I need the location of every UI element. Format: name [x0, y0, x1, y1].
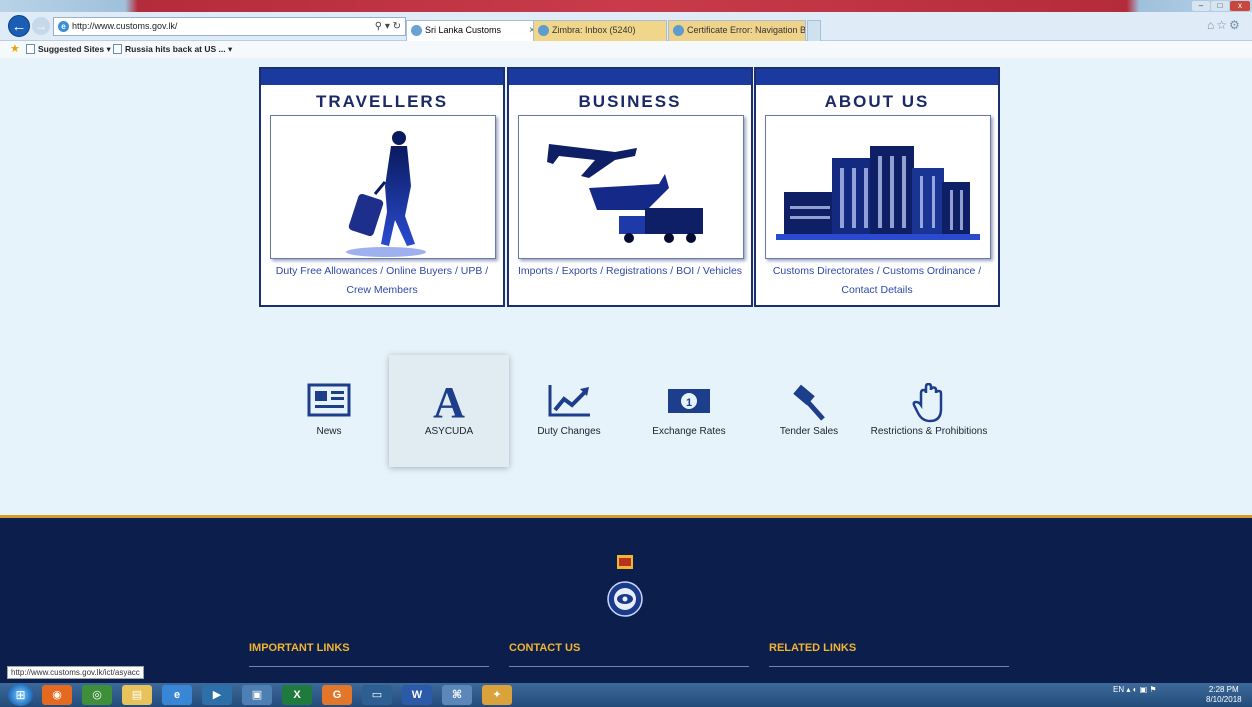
status-bar-url: http://www.customs.gov.lk/ict/asyacc [7, 666, 144, 679]
hand-icon [869, 355, 989, 423]
tab-label: Sri Lanka Customs [425, 25, 502, 35]
card-header-bar [261, 69, 503, 85]
traveller-icon[interactable] [270, 115, 496, 259]
favorites-star-icon[interactable]: ★ [10, 41, 20, 58]
start-button[interactable]: ⊞ [8, 684, 33, 706]
chart-icon [509, 355, 629, 417]
asycuda-icon: A [433, 378, 465, 427]
media-player-icon[interactable]: ▶ [202, 685, 232, 705]
footer-heading: IMPORTANT LINKS [249, 642, 350, 654]
footer-divider [509, 666, 749, 667]
card-links[interactable]: Customs Directorates / Customs Ordinance… [760, 262, 994, 300]
tab-favicon-icon [673, 25, 684, 36]
favorite-suggested-sites[interactable]: Suggested Sites ▾ [26, 41, 111, 58]
firefox-icon[interactable]: ◉ [42, 685, 72, 705]
favorites-bar: ★ Suggested Sites ▾ Russia hits back at … [0, 41, 1252, 58]
chrome-icon[interactable]: ◎ [82, 685, 112, 705]
site-footer: IMPORTANT LINKS CONTACT US RELATED LINKS [0, 515, 1252, 683]
card-header-bar [756, 69, 998, 85]
footer-column-important-links: IMPORTANT LINKS [249, 642, 489, 667]
customs-emblem-logo [605, 555, 645, 617]
footer-column-contact-us: CONTACT US [509, 642, 749, 667]
newspaper-icon [269, 355, 389, 417]
card-travellers[interactable]: TRAVELLERS Duty Free Allowances / Online… [259, 67, 505, 307]
quick-link-tender-sales[interactable]: Tender Sales [749, 355, 869, 467]
tab-certificate-error[interactable]: Certificate Error: Navigation Bl... [668, 20, 806, 41]
browser-nav-bar: ← → e http://www.customs.gov.lk/ ⚲ ▾ ↻ S… [0, 12, 1252, 41]
tab-label: Certificate Error: Navigation Bl... [687, 25, 806, 35]
excel-icon[interactable]: X [282, 685, 312, 705]
back-button[interactable]: ← [8, 15, 30, 37]
file-explorer-icon[interactable]: ▤ [122, 685, 152, 705]
forward-button[interactable]: → [32, 17, 50, 35]
internet-explorer-icon[interactable]: e [162, 685, 192, 705]
language-indicator[interactable]: EN [1113, 685, 1124, 694]
clock-time: 2:28 PM [1208, 685, 1239, 694]
favorite-label: Suggested Sites ▾ [38, 44, 111, 54]
network-app-icon[interactable]: ⌘ [442, 685, 472, 705]
close-window-button[interactable]: x [1230, 1, 1250, 11]
quick-link-exchange-rates[interactable]: 1 Exchange Rates [629, 355, 749, 467]
word-icon[interactable]: W [402, 685, 432, 705]
tab-zimbra-inbox[interactable]: Zimbra: Inbox (5240) [533, 20, 667, 41]
tab-sri-lanka-customs[interactable]: Sri Lanka Customs × [406, 20, 540, 41]
window-title-bar: – □ x [0, 0, 1252, 12]
clock[interactable]: 2:28 PM 8/10/2018 [1206, 685, 1242, 705]
card-title: ABOUT US [824, 92, 930, 111]
url-text: http://www.customs.gov.lk/ [72, 21, 178, 31]
quick-link-label: Duty Changes [537, 426, 601, 437]
quick-link-label: ASYCUDA [424, 426, 474, 437]
quick-link-label: Exchange Rates [652, 426, 726, 437]
minimize-button[interactable]: – [1192, 1, 1210, 11]
tab-label: Zimbra: Inbox (5240) [552, 25, 636, 35]
tab-favicon-icon [538, 25, 549, 36]
quick-link-label: Restrictions & Prohibitions [870, 426, 988, 437]
gavel-icon [749, 355, 869, 421]
ie-page-icon: e [58, 21, 69, 32]
tray-icons[interactable]: ▴ ◐ ▣ ⚑ [1126, 685, 1156, 694]
card-about-us[interactable]: ABOUT US Customs Directorates / Customs … [754, 67, 1000, 307]
page-icon [26, 44, 35, 54]
svg-text:1: 1 [686, 397, 692, 409]
quick-link-news[interactable]: News [269, 355, 389, 467]
footer-column-related-links: RELATED LINKS [769, 642, 1009, 667]
address-bar[interactable]: e http://www.customs.gov.lk/ ⚲ ▾ ↻ [53, 17, 406, 36]
new-tab-button[interactable] [807, 20, 821, 41]
page-content: TRAVELLERS Duty Free Allowances / Online… [0, 58, 1252, 516]
footer-heading: RELATED LINKS [769, 642, 857, 654]
clock-date: 8/10/2018 [1206, 695, 1242, 704]
quick-link-duty-changes[interactable]: Duty Changes [509, 355, 629, 467]
home-favorites-settings-icons[interactable]: ⌂☆⚙ [1207, 18, 1242, 32]
footer-divider [249, 666, 489, 667]
card-title: TRAVELLERS [315, 92, 449, 111]
favorite-russia-news[interactable]: Russia hits back at US ... ▾ [113, 41, 232, 58]
system-tray[interactable]: EN ▴ ◐ ▣ ⚑ [1113, 685, 1157, 695]
quick-link-label: News [316, 426, 342, 437]
quick-link-label: Tender Sales [779, 426, 839, 437]
favorite-label: Russia hits back at US ... ▾ [125, 44, 233, 54]
banknote-icon: 1 [629, 355, 749, 413]
card-title: BUSINESS [578, 92, 682, 111]
page-icon [113, 44, 122, 54]
card-links[interactable]: Imports / Exports / Registrations / BOI … [513, 262, 747, 281]
windows-taskbar: ⊞ ◉ ◎ ▤ e ▶ ▣ X G ▭ W ⌘ ✦ EN ▴ ◐ ▣ ⚑ 2:2… [0, 683, 1252, 707]
card-header-bar [509, 69, 751, 85]
card-links[interactable]: Duty Free Allowances / Online Buyers / U… [265, 262, 499, 300]
footer-divider [769, 666, 1009, 667]
folder-icon[interactable]: ▣ [242, 685, 272, 705]
tab-favicon-icon [411, 25, 422, 36]
maximize-button[interactable]: □ [1211, 1, 1229, 11]
footer-heading: CONTACT US [509, 642, 581, 654]
app-g-icon[interactable]: G [322, 685, 352, 705]
quick-link-restrictions[interactable]: Restrictions & Prohibitions [869, 355, 989, 467]
window-app-icon[interactable]: ▭ [362, 685, 392, 705]
pinned-app-icon[interactable]: ✦ [482, 685, 512, 705]
building-icon[interactable] [765, 115, 991, 259]
transport-icon[interactable] [518, 115, 744, 259]
search-refresh-icons[interactable]: ⚲ ▾ ↻ [375, 18, 401, 35]
quick-link-asycuda[interactable]: A ASYCUDA [389, 355, 509, 467]
card-business[interactable]: BUSINESS Imports / Exports / Registratio… [507, 67, 753, 307]
